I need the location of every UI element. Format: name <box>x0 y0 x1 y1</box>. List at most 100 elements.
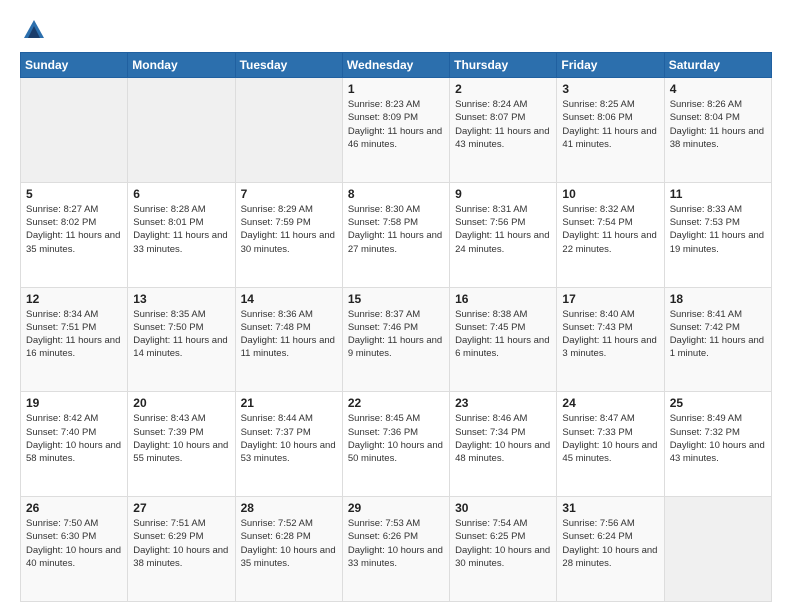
day-number: 8 <box>348 187 444 201</box>
calendar-cell: 28Sunrise: 7:52 AM Sunset: 6:28 PM Dayli… <box>235 497 342 602</box>
day-info: Sunrise: 8:34 AM Sunset: 7:51 PM Dayligh… <box>26 308 122 361</box>
weekday-header-thursday: Thursday <box>450 53 557 78</box>
weekday-header-monday: Monday <box>128 53 235 78</box>
calendar-cell: 2 Sunrise: 8:24 AM Sunset: 8:07 PM Daylig… <box>450 78 557 183</box>
day-number: 24 <box>562 396 658 410</box>
day-info: Sunrise: 8:40 AM Sunset: 7:43 PM Dayligh… <box>562 308 658 361</box>
calendar-cell: 26 Sunrise: 7:50 AM Sunset: 6:30 PM Dayli… <box>21 497 128 602</box>
header <box>20 16 772 44</box>
day-info: Sunrise: 8:47 AM Sunset: 7:33 PM Dayligh… <box>562 412 658 465</box>
day-number: 20 <box>133 396 229 410</box>
calendar-cell: 16 Sunrise: 8:38 AM Sunset: 7:45 PM Dayli… <box>450 287 557 392</box>
calendar-cell <box>21 78 128 183</box>
day-info: Sunrise: 7:50 AM Sunset: 6:30 PM Dayligh… <box>26 517 122 570</box>
day-number: 6 <box>133 187 229 201</box>
day-info: Sunrise: 8:45 AM Sunset: 7:36 PM Dayligh… <box>348 412 444 465</box>
day-info: Sunrise: 7:54 AM Sunset: 6:25 PM Dayligh… <box>455 517 551 570</box>
day-info: Sunrise: 8:49 AM Sunset: 7:32 PM Dayligh… <box>670 412 766 465</box>
day-number: 11 <box>670 187 766 201</box>
calendar-cell: 15 Sunrise: 8:37 AM Sunset: 7:46 PM Dayli… <box>342 287 449 392</box>
calendar-cell: 23Sunrise: 8:46 AM Sunset: 7:34 PM Dayli… <box>450 392 557 497</box>
calendar-cell: 17Sunrise: 8:40 AM Sunset: 7:43 PM Dayli… <box>557 287 664 392</box>
calendar-cell: 19 Sunrise: 8:42 AM Sunset: 7:40 PM Dayli… <box>21 392 128 497</box>
calendar-cell: 25 Sunrise: 8:49 AM Sunset: 7:32 PM Dayli… <box>664 392 771 497</box>
day-info: Sunrise: 8:43 AM Sunset: 7:39 PM Dayligh… <box>133 412 229 465</box>
day-number: 1 <box>348 82 444 96</box>
calendar-cell: 21 Sunrise: 8:44 AM Sunset: 7:37 PM Dayli… <box>235 392 342 497</box>
calendar-week-4: 26 Sunrise: 7:50 AM Sunset: 6:30 PM Dayli… <box>21 497 772 602</box>
calendar-cell: 6 Sunrise: 8:28 AM Sunset: 8:01 PM Daylig… <box>128 182 235 287</box>
calendar-cell <box>235 78 342 183</box>
logo-icon <box>20 16 48 44</box>
day-info: Sunrise: 8:27 AM Sunset: 8:02 PM Dayligh… <box>26 203 122 256</box>
calendar-cell: 24 Sunrise: 8:47 AM Sunset: 7:33 PM Dayli… <box>557 392 664 497</box>
calendar-cell: 8 Sunrise: 8:30 AM Sunset: 7:58 PM Daylig… <box>342 182 449 287</box>
calendar-cell: 5 Sunrise: 8:27 AM Sunset: 8:02 PM Daylig… <box>21 182 128 287</box>
day-number: 23 <box>455 396 551 410</box>
day-info: Sunrise: 8:35 AM Sunset: 7:50 PM Dayligh… <box>133 308 229 361</box>
weekday-header-sunday: Sunday <box>21 53 128 78</box>
day-info: Sunrise: 7:53 AM Sunset: 6:26 PM Dayligh… <box>348 517 444 570</box>
weekday-header-friday: Friday <box>557 53 664 78</box>
weekday-header-row: SundayMondayTuesdayWednesdayThursdayFrid… <box>21 53 772 78</box>
day-number: 3 <box>562 82 658 96</box>
calendar-cell: 14Sunrise: 8:36 AM Sunset: 7:48 PM Dayli… <box>235 287 342 392</box>
logo <box>20 16 52 44</box>
calendar-cell: 3 Sunrise: 8:25 AM Sunset: 8:06 PM Daylig… <box>557 78 664 183</box>
day-info: Sunrise: 7:56 AM Sunset: 6:24 PM Dayligh… <box>562 517 658 570</box>
day-number: 28 <box>241 501 337 515</box>
weekday-header-saturday: Saturday <box>664 53 771 78</box>
calendar-cell: 27 Sunrise: 7:51 AM Sunset: 6:29 PM Dayli… <box>128 497 235 602</box>
day-info: Sunrise: 8:37 AM Sunset: 7:46 PM Dayligh… <box>348 308 444 361</box>
day-info: Sunrise: 8:30 AM Sunset: 7:58 PM Dayligh… <box>348 203 444 256</box>
calendar-week-2: 12 Sunrise: 8:34 AM Sunset: 7:51 PM Dayli… <box>21 287 772 392</box>
calendar-week-3: 19 Sunrise: 8:42 AM Sunset: 7:40 PM Dayli… <box>21 392 772 497</box>
day-info: Sunrise: 8:23 AM Sunset: 8:09 PM Dayligh… <box>348 98 444 151</box>
day-info: Sunrise: 8:24 AM Sunset: 8:07 PM Dayligh… <box>455 98 551 151</box>
calendar-cell: 22 Sunrise: 8:45 AM Sunset: 7:36 PM Dayli… <box>342 392 449 497</box>
day-info: Sunrise: 8:28 AM Sunset: 8:01 PM Dayligh… <box>133 203 229 256</box>
weekday-header-wednesday: Wednesday <box>342 53 449 78</box>
calendar-cell: 18Sunrise: 8:41 AM Sunset: 7:42 PM Dayli… <box>664 287 771 392</box>
day-info: Sunrise: 8:32 AM Sunset: 7:54 PM Dayligh… <box>562 203 658 256</box>
day-number: 19 <box>26 396 122 410</box>
day-number: 27 <box>133 501 229 515</box>
day-number: 12 <box>26 292 122 306</box>
day-info: Sunrise: 8:36 AM Sunset: 7:48 PM Dayligh… <box>241 308 337 361</box>
calendar-cell: 11 Sunrise: 8:33 AM Sunset: 7:53 PM Dayli… <box>664 182 771 287</box>
day-number: 4 <box>670 82 766 96</box>
calendar-cell: 9Sunrise: 8:31 AM Sunset: 7:56 PM Daylig… <box>450 182 557 287</box>
calendar-cell: 30 Sunrise: 7:54 AM Sunset: 6:25 PM Dayli… <box>450 497 557 602</box>
page: SundayMondayTuesdayWednesdayThursdayFrid… <box>0 0 792 612</box>
calendar-cell: 4 Sunrise: 8:26 AM Sunset: 8:04 PM Daylig… <box>664 78 771 183</box>
calendar-week-1: 5 Sunrise: 8:27 AM Sunset: 8:02 PM Daylig… <box>21 182 772 287</box>
day-number: 22 <box>348 396 444 410</box>
day-number: 10 <box>562 187 658 201</box>
day-info: Sunrise: 8:42 AM Sunset: 7:40 PM Dayligh… <box>26 412 122 465</box>
day-number: 31 <box>562 501 658 515</box>
day-info: Sunrise: 8:44 AM Sunset: 7:37 PM Dayligh… <box>241 412 337 465</box>
day-number: 25 <box>670 396 766 410</box>
day-info: Sunrise: 8:29 AM Sunset: 7:59 PM Dayligh… <box>241 203 337 256</box>
day-number: 15 <box>348 292 444 306</box>
calendar-cell: 31 Sunrise: 7:56 AM Sunset: 6:24 PM Dayli… <box>557 497 664 602</box>
day-info: Sunrise: 8:38 AM Sunset: 7:45 PM Dayligh… <box>455 308 551 361</box>
day-number: 5 <box>26 187 122 201</box>
day-number: 21 <box>241 396 337 410</box>
day-number: 16 <box>455 292 551 306</box>
day-info: Sunrise: 8:26 AM Sunset: 8:04 PM Dayligh… <box>670 98 766 151</box>
calendar-cell: 29Sunrise: 7:53 AM Sunset: 6:26 PM Dayli… <box>342 497 449 602</box>
day-info: Sunrise: 8:33 AM Sunset: 7:53 PM Dayligh… <box>670 203 766 256</box>
day-info: Sunrise: 8:25 AM Sunset: 8:06 PM Dayligh… <box>562 98 658 151</box>
calendar-cell: 10 Sunrise: 8:32 AM Sunset: 7:54 PM Dayli… <box>557 182 664 287</box>
calendar-cell: 12 Sunrise: 8:34 AM Sunset: 7:51 PM Dayli… <box>21 287 128 392</box>
day-number: 2 <box>455 82 551 96</box>
day-number: 30 <box>455 501 551 515</box>
day-info: Sunrise: 7:51 AM Sunset: 6:29 PM Dayligh… <box>133 517 229 570</box>
day-info: Sunrise: 8:31 AM Sunset: 7:56 PM Dayligh… <box>455 203 551 256</box>
calendar-cell <box>128 78 235 183</box>
day-number: 26 <box>26 501 122 515</box>
day-info: Sunrise: 8:41 AM Sunset: 7:42 PM Dayligh… <box>670 308 766 361</box>
calendar-cell: 13 Sunrise: 8:35 AM Sunset: 7:50 PM Dayli… <box>128 287 235 392</box>
day-number: 13 <box>133 292 229 306</box>
